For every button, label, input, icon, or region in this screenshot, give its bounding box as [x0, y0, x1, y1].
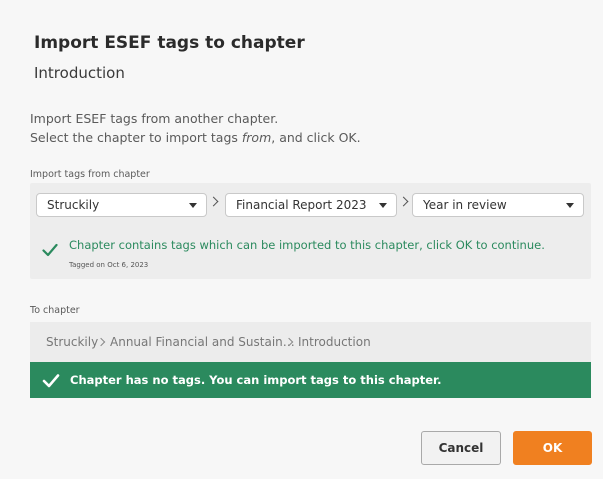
- description-line-2: Select the chapter to import tags from, …: [30, 128, 361, 147]
- import-status-message: Chapter contains tags which can be impor…: [69, 238, 545, 252]
- chevron-right-icon: [208, 196, 219, 207]
- select-value: Struckily: [47, 198, 100, 212]
- import-from-label: Import tags from chapter: [30, 169, 150, 180]
- select-value: Year in review: [423, 198, 507, 212]
- tagged-date-note: Tagged on Oct 6, 2023: [69, 261, 149, 269]
- dialog-title: Import ESEF tags to chapter: [34, 33, 305, 53]
- to-chapter-label: To chapter: [30, 305, 80, 316]
- caret-down-icon: [189, 203, 197, 208]
- banner-message: Chapter has no tags. You can import tags…: [70, 373, 442, 387]
- import-from-panel: Struckily Financial Report 2023 Year in …: [30, 183, 591, 279]
- select-value: Financial Report 2023: [236, 198, 367, 212]
- dialog-description: Import ESEF tags from another chapter. S…: [30, 109, 361, 147]
- cancel-button[interactable]: Cancel: [421, 431, 501, 465]
- dialog-subtitle: Introduction: [34, 64, 125, 82]
- to-chapter-status-banner: Chapter has no tags. You can import tags…: [30, 362, 591, 398]
- check-icon: [42, 243, 58, 257]
- chapter-select-chapter[interactable]: Year in review: [412, 193, 584, 217]
- to-chapter-path: Struckily Annual Financial and Sustain… …: [30, 322, 591, 362]
- ok-button[interactable]: OK: [513, 431, 592, 465]
- chapter-select-report[interactable]: Financial Report 2023: [225, 193, 397, 217]
- description-line-2-post: , and click OK.: [271, 130, 361, 145]
- description-line-2-em: from: [241, 130, 272, 145]
- check-icon: [42, 374, 60, 388]
- path-crumb-chapter: Introduction: [298, 335, 371, 349]
- chapter-select-publication[interactable]: Struckily: [36, 193, 207, 217]
- description-line-2-pre: Select the chapter to import tags: [30, 130, 242, 145]
- chevron-right-icon: [398, 196, 409, 207]
- caret-down-icon: [566, 203, 574, 208]
- path-crumb-report: Annual Financial and Sustain…: [110, 335, 295, 349]
- path-crumb-publication: Struckily: [46, 335, 99, 349]
- import-esef-dialog: Import ESEF tags to chapter Introduction…: [0, 0, 603, 479]
- description-line-1: Import ESEF tags from another chapter.: [30, 111, 279, 126]
- caret-down-icon: [379, 203, 387, 208]
